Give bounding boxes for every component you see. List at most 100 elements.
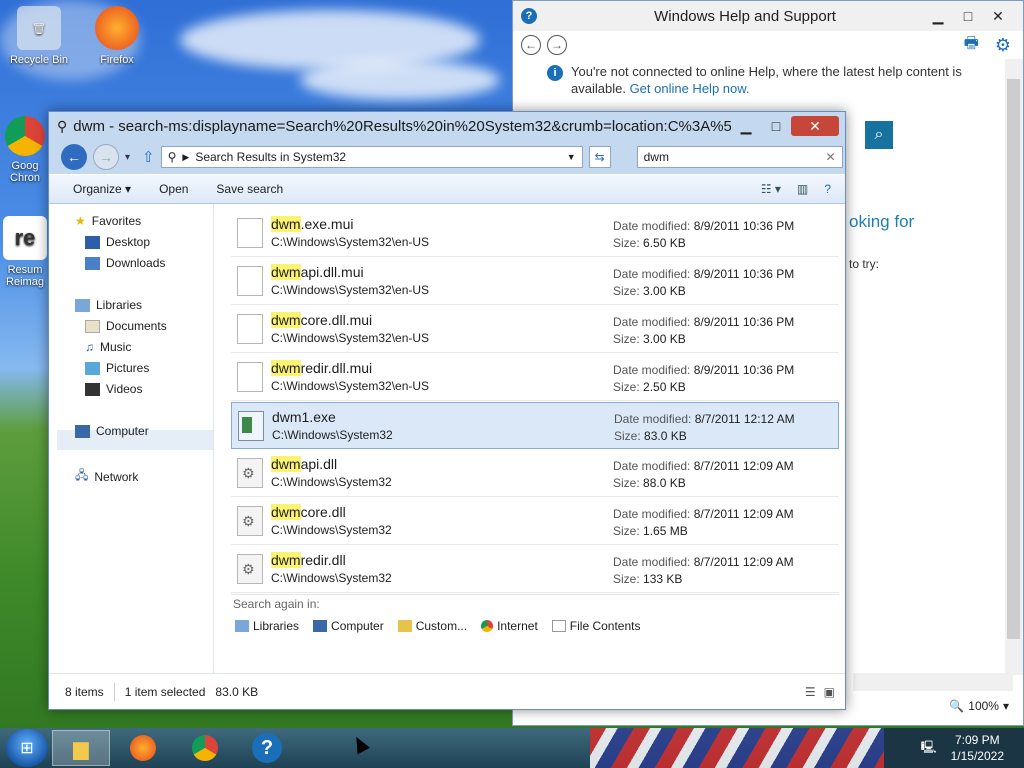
- help-zoom-control[interactable]: 🔍 100% ▾: [949, 699, 1009, 713]
- preview-pane-icon[interactable]: ▥: [797, 182, 808, 196]
- search-again-computer[interactable]: Computer: [313, 619, 384, 633]
- meta-label: Size:: [613, 572, 640, 586]
- meta-value: 8/9/2011 10:36 PM: [693, 363, 795, 377]
- nav-label: Music: [100, 340, 132, 354]
- up-arrow-icon[interactable]: ⇧: [142, 148, 155, 166]
- search-input-value[interactable]: dwm: [644, 150, 826, 164]
- toolbar-right: ☷ ▾ ▥ ?: [761, 182, 845, 196]
- nav-computer[interactable]: Computer: [75, 424, 149, 438]
- details-view-icon[interactable]: ☰: [805, 685, 816, 699]
- desktop-icon-firefox[interactable]: Firefox: [82, 6, 152, 66]
- search-again-file-contents[interactable]: File Contents: [551, 619, 641, 633]
- star-icon: ★: [75, 214, 86, 228]
- help-search-button[interactable]: ⌕: [865, 121, 893, 149]
- selection-size: 83.0 KB: [215, 684, 259, 699]
- chevron-down-icon[interactable]: ▾: [125, 152, 130, 163]
- start-button[interactable]: ⊞: [6, 729, 48, 767]
- nav-documents[interactable]: Documents: [85, 319, 167, 333]
- search-again-libraries[interactable]: Libraries: [235, 619, 299, 633]
- folder-icon: ▆: [73, 737, 89, 760]
- nav-music[interactable]: ♫ Music: [85, 340, 131, 354]
- taskbar-firefox[interactable]: [114, 730, 172, 766]
- file-path: C:\Windows\System32: [271, 523, 392, 537]
- meta-label: Size:: [613, 236, 640, 250]
- nav-downloads[interactable]: Downloads: [85, 256, 165, 270]
- address-bar[interactable]: ⚲ ▶ Search Results in System32 ▼: [160, 146, 583, 168]
- back-icon[interactable]: ←: [521, 35, 541, 55]
- result-row[interactable]: dwmredir.dll.mui C:\Windows\System32\en-…: [231, 354, 839, 401]
- print-icon[interactable]: 🖶: [964, 32, 979, 59]
- help-offline-message: i You're not connected to online Help, w…: [513, 59, 1023, 97]
- search-match-highlight: dwm: [271, 216, 301, 232]
- search-match-highlight: dwm: [271, 552, 301, 568]
- clock[interactable]: 7:09 PM 1/15/2022: [951, 732, 1004, 764]
- nav-libraries[interactable]: Libraries: [75, 298, 142, 312]
- file-name-rest: core.dll.mui: [300, 312, 373, 328]
- gear-icon[interactable]: ⚙: [995, 35, 1011, 56]
- desktop-icon-reimage[interactable]: re Resum Reimag: [2, 216, 48, 288]
- taskbar-chrome[interactable]: [176, 730, 234, 766]
- forward-icon[interactable]: →: [547, 35, 567, 55]
- scroll-thumb[interactable]: [1007, 79, 1020, 639]
- taskbar-help[interactable]: ?: [238, 730, 296, 766]
- nav-network[interactable]: 🖧 Network: [75, 466, 138, 487]
- forward-button[interactable]: →: [93, 144, 119, 170]
- result-row[interactable]: dwmapi.dll C:\Windows\System32 Date modi…: [231, 450, 839, 497]
- file-name-rest: redir.dll: [300, 552, 346, 568]
- organize-button[interactable]: Organize ▾: [73, 182, 131, 196]
- search-again-section: Search again in: Libraries Computer Cust…: [231, 594, 839, 633]
- file-name: dwmcore.dll: [271, 504, 346, 520]
- dll-icon: [237, 554, 263, 584]
- meta-value: 8/7/2011 12:09 AM: [693, 459, 794, 473]
- help-title: Windows Help and Support: [654, 7, 836, 25]
- nav-videos[interactable]: Videos: [85, 382, 142, 396]
- search-again-internet[interactable]: Internet: [481, 619, 538, 633]
- nav-desktop[interactable]: Desktop: [85, 235, 150, 249]
- result-row[interactable]: dwmapi.dll.mui C:\Windows\System32\en-US…: [231, 258, 839, 305]
- file-name: dwm.exe.mui: [271, 216, 353, 232]
- desktop-icon-chrome[interactable]: Goog Chron: [2, 116, 48, 184]
- get-online-help-link[interactable]: Get online Help now.: [630, 81, 750, 96]
- file-size: Size: 88.0 KB: [613, 476, 686, 490]
- taskbar-explorer[interactable]: ▆: [52, 730, 110, 766]
- file-name-rest: .exe.mui: [300, 216, 354, 232]
- tiles-view-icon[interactable]: ▣: [824, 685, 835, 699]
- clear-icon[interactable]: ✕: [826, 150, 836, 164]
- result-row[interactable]: dwmcore.dll C:\Windows\System32 Date mod…: [231, 498, 839, 545]
- option-label: File Contents: [569, 619, 641, 633]
- result-row[interactable]: dwmcore.dll.mui C:\Windows\System32\en-U…: [231, 306, 839, 353]
- result-row[interactable]: dwmredir.dll C:\Windows\System32 Date mo…: [231, 546, 839, 593]
- libraries-icon: [75, 298, 90, 312]
- maximize-button[interactable]: □: [953, 5, 983, 27]
- network-tray-icon[interactable]: 🖳: [921, 738, 937, 759]
- file-icon: [237, 218, 263, 248]
- help-icon[interactable]: ?: [824, 182, 831, 196]
- chevron-down-icon[interactable]: ▼: [567, 152, 576, 162]
- search-input[interactable]: dwm ✕: [636, 146, 843, 168]
- minimize-button[interactable]: ▁: [731, 115, 761, 137]
- minimize-button[interactable]: ▁: [923, 5, 953, 27]
- nav-pictures[interactable]: Pictures: [85, 361, 149, 375]
- nav-favorites[interactable]: ★ Favorites: [75, 214, 141, 228]
- open-button[interactable]: Open: [159, 182, 188, 196]
- result-row-selected[interactable]: dwm1.exe C:\Windows\System32 Date modifi…: [231, 402, 839, 449]
- nav-label: Libraries: [96, 298, 143, 312]
- exe-icon: [238, 411, 264, 441]
- view-switch: ☰ ▣: [805, 685, 835, 699]
- view-options-icon[interactable]: ☷ ▾: [761, 182, 781, 196]
- help-horizontal-scrollbar[interactable]: [853, 673, 1013, 691]
- meta-label: Date modified:: [613, 363, 691, 377]
- close-button[interactable]: ✕: [791, 116, 839, 136]
- close-button[interactable]: ✕: [983, 5, 1013, 27]
- search-again-custom[interactable]: Custom...: [397, 619, 467, 633]
- save-search-button[interactable]: Save search: [216, 182, 283, 196]
- refresh-button[interactable]: ⇆: [588, 146, 611, 168]
- search-match-highlight: dwm: [271, 312, 301, 328]
- nav-label: Computer: [96, 424, 149, 438]
- result-row[interactable]: dwm.exe.mui C:\Windows\System32\en-US Da…: [231, 210, 839, 257]
- back-button[interactable]: ←: [61, 144, 87, 170]
- file-size: Size: 83.0 KB: [614, 429, 687, 443]
- maximize-button[interactable]: □: [761, 115, 791, 137]
- help-vertical-scrollbar[interactable]: [1005, 59, 1023, 675]
- desktop-icon-recycle-bin[interactable]: 🗑 Recycle Bin: [4, 6, 74, 66]
